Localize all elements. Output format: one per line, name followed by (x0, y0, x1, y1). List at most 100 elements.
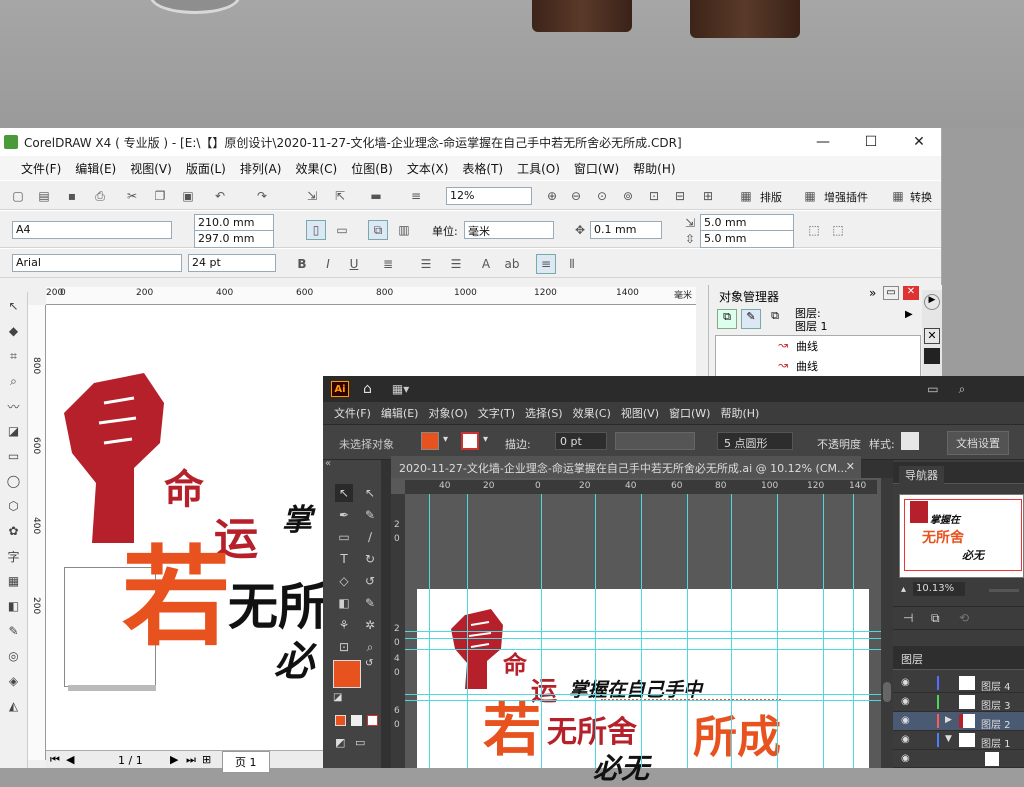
curvature-tool-icon[interactable]: ✎ (361, 506, 379, 524)
color-mode-icon[interactable] (335, 715, 346, 726)
warp-tool-icon[interactable]: ↺ (361, 572, 379, 590)
zoom-tool-icon[interactable]: ⌕ (361, 638, 379, 656)
type-tool-icon[interactable]: T (335, 550, 353, 568)
visibility-eye-icon[interactable]: ◉ (901, 677, 910, 688)
object-item-curve[interactable]: 曲线 (796, 338, 818, 354)
collapse-arrow-icon[interactable]: ▼ (945, 734, 952, 744)
rectangle-tool-icon[interactable]: ▭ (335, 528, 353, 546)
guide-line[interactable] (405, 694, 881, 695)
rotate-tool-icon[interactable]: ↻ (361, 550, 379, 568)
smart-fill-icon[interactable]: ◪ (3, 420, 25, 442)
prev-page-icon[interactable]: ◀ (66, 753, 74, 766)
object-item-curve[interactable]: 曲线 (796, 358, 818, 374)
arrange-documents-icon[interactable]: ▭ (927, 382, 938, 396)
cut-icon[interactable]: ✂ (122, 186, 142, 206)
font-size-select[interactable]: 24 pt (188, 254, 276, 272)
freehand-tool-icon[interactable]: 〰 (3, 395, 25, 417)
layers-tab[interactable]: 图层 (901, 651, 923, 667)
visibility-eye-icon[interactable]: ◉ (901, 715, 910, 726)
ai-menu-type[interactable]: 文字(T) (473, 405, 520, 421)
menu-text[interactable]: 文本(X) (400, 160, 456, 177)
docker-expand-icon[interactable]: » (869, 286, 876, 300)
page-tab[interactable]: 页 1 (222, 751, 270, 773)
layer-manager-view-icon[interactable]: ⧉ (765, 309, 785, 329)
layer-name[interactable]: 图层 3 (981, 697, 1011, 712)
crop-tool-icon[interactable]: ⌗ (3, 345, 25, 367)
home-icon[interactable]: ⌂ (363, 381, 372, 397)
docker-menu-arrow-icon[interactable]: ▶ (905, 309, 913, 320)
shape-builder-icon[interactable]: ⚘ (335, 616, 353, 634)
paintbrush-icon[interactable]: ∕ (361, 528, 379, 546)
zoom-out-icon[interactable]: ⊖ (566, 186, 586, 206)
fill-dropdown-icon[interactable]: ▾ (443, 434, 448, 445)
guide-line[interactable] (405, 649, 881, 650)
undo-icon[interactable]: ↶ (210, 186, 230, 206)
layout-button[interactable]: 排版 (760, 189, 782, 205)
scrollbar-thumb[interactable] (883, 682, 891, 702)
zoom-height-icon[interactable]: ⊞ (698, 186, 718, 206)
ai-menu-file[interactable]: 文件(F) (329, 405, 376, 421)
menu-view[interactable]: 视图(V) (123, 160, 179, 177)
menu-bitmaps[interactable]: 位图(B) (344, 160, 400, 177)
copy-icon[interactable]: ❐ (150, 186, 170, 206)
layer-name[interactable]: 图层 4 (981, 678, 1011, 693)
polygon-tool-icon[interactable]: ⬡ (3, 495, 25, 517)
navigator-tab[interactable]: 导航器 (899, 466, 944, 484)
fill-tool-icon[interactable]: ◈ (3, 670, 25, 692)
sublayer-row[interactable]: ◉ (893, 750, 1024, 768)
brush-definition-select[interactable]: 5 点圆形 (717, 432, 793, 450)
ai-document-tab[interactable]: 2020-11-27-文化墙-企业理念-命运掌握在自己手中若无所舍必无所成.ai… (391, 456, 861, 478)
ai-menu-select[interactable]: 选择(S) (520, 405, 568, 421)
snap-icon[interactable]: ⬚ (828, 220, 848, 240)
ai-menu-help[interactable]: 帮助(H) (715, 405, 764, 421)
fill-color-swatch[interactable] (421, 432, 439, 450)
welcome-icon[interactable]: ≡ (406, 186, 426, 206)
edit-text-icon[interactable]: ab (502, 254, 522, 274)
interactive-blend-icon[interactable]: ◧ (3, 595, 25, 617)
align-icon[interactable]: ≣ (378, 254, 398, 274)
menu-file[interactable]: 文件(F) (14, 160, 68, 177)
menu-table[interactable]: 表格(T) (455, 160, 510, 177)
search-icon[interactable]: ⌕ (959, 382, 966, 397)
toolbar-collapse-icon[interactable]: « (325, 458, 331, 469)
treat-as-filled-icon[interactable]: ⬚ (804, 220, 824, 240)
draw-mode-icon[interactable]: ◩ (335, 736, 345, 749)
interactive-fill-icon[interactable]: ◭ (3, 695, 25, 717)
minimize-button[interactable]: — (800, 128, 846, 156)
new-file-icon[interactable]: ▢ (8, 186, 28, 206)
convert-icon[interactable]: ▦ (888, 186, 908, 206)
artboard-tool-icon[interactable]: ⊡ (335, 638, 353, 656)
first-page-icon[interactable]: ⏮ (50, 753, 60, 767)
outline-tool-icon[interactable]: ◎ (3, 645, 25, 667)
stroke-dropdown-icon[interactable]: ▾ (483, 434, 488, 445)
menu-arrange[interactable]: 排列(A) (233, 160, 289, 177)
opacity-label[interactable]: 不透明度 (817, 436, 861, 452)
ai-menu-edit[interactable]: 编辑(E) (376, 405, 424, 421)
layer-name[interactable]: 图层 1 (981, 735, 1011, 750)
rectangle-tool-icon[interactable]: ▭ (3, 445, 25, 467)
ai-vertical-scrollbar[interactable] (881, 478, 893, 768)
horizontal-text-icon[interactable]: ≡ (536, 254, 556, 274)
text-format-icon[interactable]: A (476, 254, 496, 274)
import-icon[interactable]: ⇲ (302, 186, 322, 206)
vertical-text-icon[interactable]: ⦀ (562, 254, 582, 274)
eyedropper-icon[interactable]: ✎ (361, 594, 379, 612)
ai-menu-view[interactable]: 视图(V) (616, 405, 664, 421)
zoom-selected-icon[interactable]: ⊙ (592, 186, 612, 206)
edit-across-layers-icon[interactable]: ✎ (741, 309, 761, 329)
docker-close-icon[interactable]: ✕ (903, 286, 919, 300)
underline-icon[interactable]: U (344, 254, 364, 274)
selection-tool-icon[interactable]: ↖ (335, 484, 353, 502)
navigator-zoom-slider[interactable] (989, 589, 1019, 592)
dropcap-icon[interactable]: ☰ (446, 254, 466, 274)
layer-row[interactable]: ◉ ▼ 图层 1 (893, 731, 1024, 750)
duplicate-y-field[interactable]: 5.0 mm (700, 230, 794, 248)
pathfinder-panel-icon[interactable]: ⧉ (931, 611, 940, 626)
swap-fill-stroke-icon[interactable]: ↺ (365, 658, 373, 669)
zoom-out-mountain-icon[interactable]: ▴ (901, 584, 906, 595)
eyedropper-icon[interactable]: ✎ (3, 620, 25, 642)
last-page-icon[interactable]: ⏭ (186, 753, 196, 767)
guide-line[interactable] (405, 700, 881, 701)
expand-arrow-icon[interactable]: ▶ (945, 715, 952, 725)
zoom-in-icon[interactable]: ⊕ (542, 186, 562, 206)
